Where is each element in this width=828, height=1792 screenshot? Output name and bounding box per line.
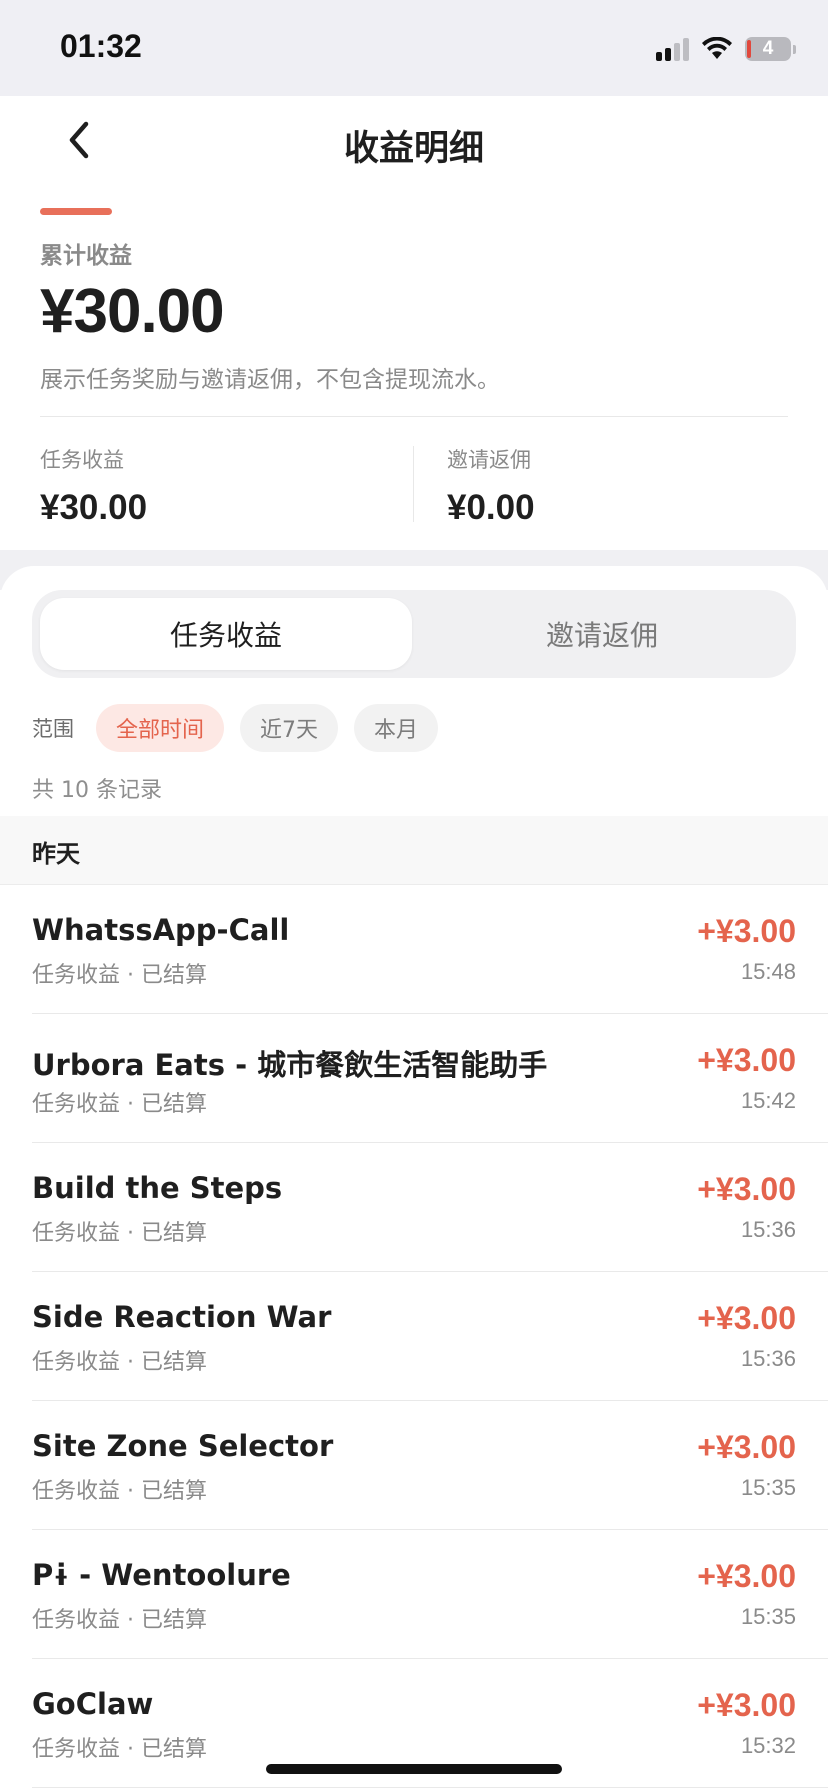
record-title: Site Zone Selector (32, 1429, 334, 1463)
record-title: GoClaw (32, 1687, 154, 1721)
accent-bar (40, 208, 112, 215)
status-time: 01:32 (60, 28, 142, 64)
record-count: 共 10 条记录 (32, 778, 162, 803)
records-panel: 任务收益 邀请返佣 范围 全部时间 近7天 本月 共 10 条记录 昨天 Wha… (0, 566, 828, 1792)
battery-tip (793, 44, 796, 54)
page-title: 收益明细 (343, 129, 484, 169)
date-group-header: 昨天 (0, 816, 828, 885)
record-subtitle: 任务收益 · 已结算 (32, 1350, 207, 1375)
tab-task-earnings[interactable]: 任务收益 (40, 598, 412, 670)
total-earnings-label: 累计收益 (40, 243, 132, 269)
battery-level: 4 (762, 38, 774, 59)
filter-all-time[interactable]: 全部时间 (96, 704, 225, 752)
record-title: Urbora Eats - 城市餐飲生活智能助手 (32, 1048, 548, 1082)
record-amount: +¥3.00 (697, 1429, 796, 1465)
record-amount: +¥3.00 (697, 1687, 796, 1723)
home-indicator[interactable] (266, 1764, 562, 1774)
list-item[interactable]: Pɨ - Wentoolure 任务收益 · 已结算 +¥3.00 15:35 (32, 1530, 828, 1659)
record-subtitle: 任务收益 · 已结算 (32, 1221, 207, 1246)
record-time: 15:35 (740, 1475, 796, 1500)
earnings-summary: 累计收益 ¥30.00 展示任务奖励与邀请返佣，不包含提现流水。 任务收益 ¥3… (0, 188, 828, 550)
date-group-label: 昨天 (32, 840, 80, 868)
record-amount: +¥3.00 (697, 1300, 796, 1336)
list-item[interactable]: WhatssApp-Call 任务收益 · 已结算 +¥3.00 15:48 (32, 885, 828, 1014)
filter-last-7-days[interactable]: 近7天 (240, 704, 339, 752)
record-time: 15:48 (740, 959, 796, 984)
vertical-divider (413, 446, 414, 522)
record-subtitle: 任务收益 · 已结算 (32, 1479, 207, 1504)
invite-commission-label: 邀请返佣 (447, 448, 531, 472)
record-time: 15:35 (740, 1604, 796, 1629)
record-subtitle: 任务收益 · 已结算 (32, 1737, 207, 1762)
list-item[interactable]: Urbora Eats - 城市餐飲生活智能助手 任务收益 · 已结算 +¥3.… (32, 1014, 828, 1143)
status-bar: 01:32 4 (0, 0, 828, 96)
task-earnings-value: ¥30.00 (40, 488, 148, 527)
summary-description: 展示任务奖励与邀请返佣，不包含提现流水。 (40, 367, 500, 393)
record-title: Side Reaction War (32, 1300, 332, 1334)
record-amount: +¥3.00 (697, 913, 796, 949)
record-time: 15:36 (740, 1346, 796, 1371)
invite-commission-value: ¥0.00 (447, 488, 535, 527)
invite-commission-stat: 邀请返佣 ¥0.00 (447, 444, 535, 528)
records-list: WhatssApp-Call 任务收益 · 已结算 +¥3.00 15:48 U… (0, 885, 828, 1788)
filter-this-month[interactable]: 本月 (354, 704, 439, 752)
wifi-icon (702, 37, 732, 59)
record-subtitle: 任务收益 · 已结算 (32, 963, 207, 988)
list-item[interactable]: Site Zone Selector 任务收益 · 已结算 +¥3.00 15:… (32, 1401, 828, 1530)
record-amount: +¥3.00 (697, 1171, 796, 1207)
range-filters: 范围 全部时间 近7天 本月 (32, 704, 439, 752)
status-icons: 4 (656, 34, 796, 64)
tab-invite-commission[interactable]: 邀请返佣 (416, 598, 788, 670)
divider (40, 416, 788, 417)
record-title: Pɨ - Wentoolure (32, 1558, 291, 1592)
task-earnings-stat: 任务收益 ¥30.00 (40, 444, 147, 528)
total-earnings-amount: ¥30.00 (40, 277, 225, 346)
record-title: Build the Steps (32, 1171, 283, 1205)
range-label: 范围 (32, 717, 74, 741)
task-earnings-label: 任务收益 (40, 448, 124, 472)
list-item[interactable]: Side Reaction War 任务收益 · 已结算 +¥3.00 15:3… (32, 1272, 828, 1401)
record-time: 15:32 (740, 1733, 796, 1758)
record-subtitle: 任务收益 · 已结算 (32, 1092, 207, 1117)
record-time: 15:36 (740, 1217, 796, 1242)
list-item[interactable]: Build the Steps 任务收益 · 已结算 +¥3.00 15:36 (32, 1143, 828, 1272)
record-time: 15:42 (740, 1088, 796, 1113)
record-amount: +¥3.00 (697, 1042, 796, 1078)
record-subtitle: 任务收益 · 已结算 (32, 1608, 207, 1633)
tab-switcher: 任务收益 邀请返佣 (32, 590, 796, 678)
record-title: WhatssApp-Call (32, 913, 290, 947)
record-amount: +¥3.00 (697, 1558, 796, 1594)
cellular-signal-icon (656, 37, 689, 61)
battery-icon: 4 (745, 37, 791, 61)
navigation-bar: 收益明细 (0, 96, 828, 188)
